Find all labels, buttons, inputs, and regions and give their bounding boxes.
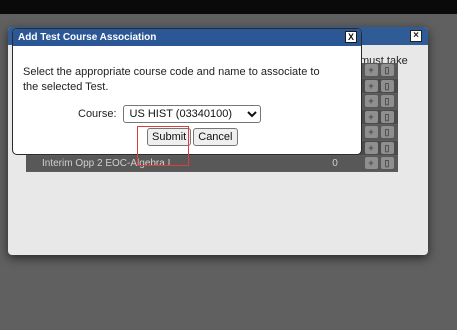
trash-icon[interactable]: ▯ bbox=[380, 95, 394, 108]
course-label: Course: bbox=[78, 108, 117, 120]
plus-icon[interactable]: + bbox=[364, 64, 378, 77]
trash-icon[interactable]: ▯ bbox=[380, 157, 394, 170]
trash-icon[interactable]: ▯ bbox=[380, 110, 394, 123]
table-row: Interim Opp 2 EOC-Algebra I 0 + ▯ bbox=[26, 156, 398, 172]
instruction-text: Select the appropriate course code and n… bbox=[23, 66, 320, 93]
dialog-titlebar: Add Test Course Association X bbox=[13, 29, 361, 46]
submit-button[interactable]: Submit bbox=[147, 128, 192, 146]
top-band bbox=[0, 0, 457, 14]
plus-icon[interactable]: + bbox=[364, 141, 378, 154]
dialog-body: Select the appropriate course code and n… bbox=[13, 46, 361, 123]
row-spacer bbox=[28, 158, 39, 169]
trash-icon[interactable]: ▯ bbox=[380, 141, 394, 154]
row-test-name: Interim Opp 2 EOC-Algebra I bbox=[42, 157, 171, 169]
plus-icon[interactable]: + bbox=[364, 79, 378, 92]
close-icon[interactable]: X bbox=[345, 31, 357, 43]
dialog-title: Add Test Course Association bbox=[18, 32, 157, 43]
trash-icon[interactable]: ▯ bbox=[380, 126, 394, 139]
row-actions: + ▯ bbox=[360, 110, 398, 123]
plus-icon[interactable]: + bbox=[364, 95, 378, 108]
trash-icon[interactable]: ▯ bbox=[380, 79, 394, 92]
dialog-buttons: Submit Cancel bbox=[147, 128, 238, 146]
row-actions: + ▯ bbox=[360, 95, 398, 108]
plus-icon[interactable]: + bbox=[364, 126, 378, 139]
plus-icon[interactable]: + bbox=[364, 110, 378, 123]
trash-icon[interactable]: ▯ bbox=[380, 64, 394, 77]
row-actions: + ▯ bbox=[360, 157, 398, 170]
cancel-button[interactable]: Cancel bbox=[193, 128, 238, 146]
course-field-row: Course: US HIST (03340100) bbox=[23, 105, 352, 123]
row-actions: + ▯ bbox=[360, 126, 398, 139]
row-actions: + ▯ bbox=[360, 79, 398, 92]
row-actions: + ▯ bbox=[360, 64, 398, 77]
row-actions: + ▯ bbox=[360, 141, 398, 154]
course-select[interactable]: US HIST (03340100) bbox=[122, 105, 261, 123]
plus-icon[interactable]: + bbox=[364, 157, 378, 170]
close-icon: × bbox=[410, 30, 422, 42]
add-test-course-association-dialog: Add Test Course Association X Select the… bbox=[12, 28, 362, 155]
row-count: 0 bbox=[332, 157, 338, 169]
